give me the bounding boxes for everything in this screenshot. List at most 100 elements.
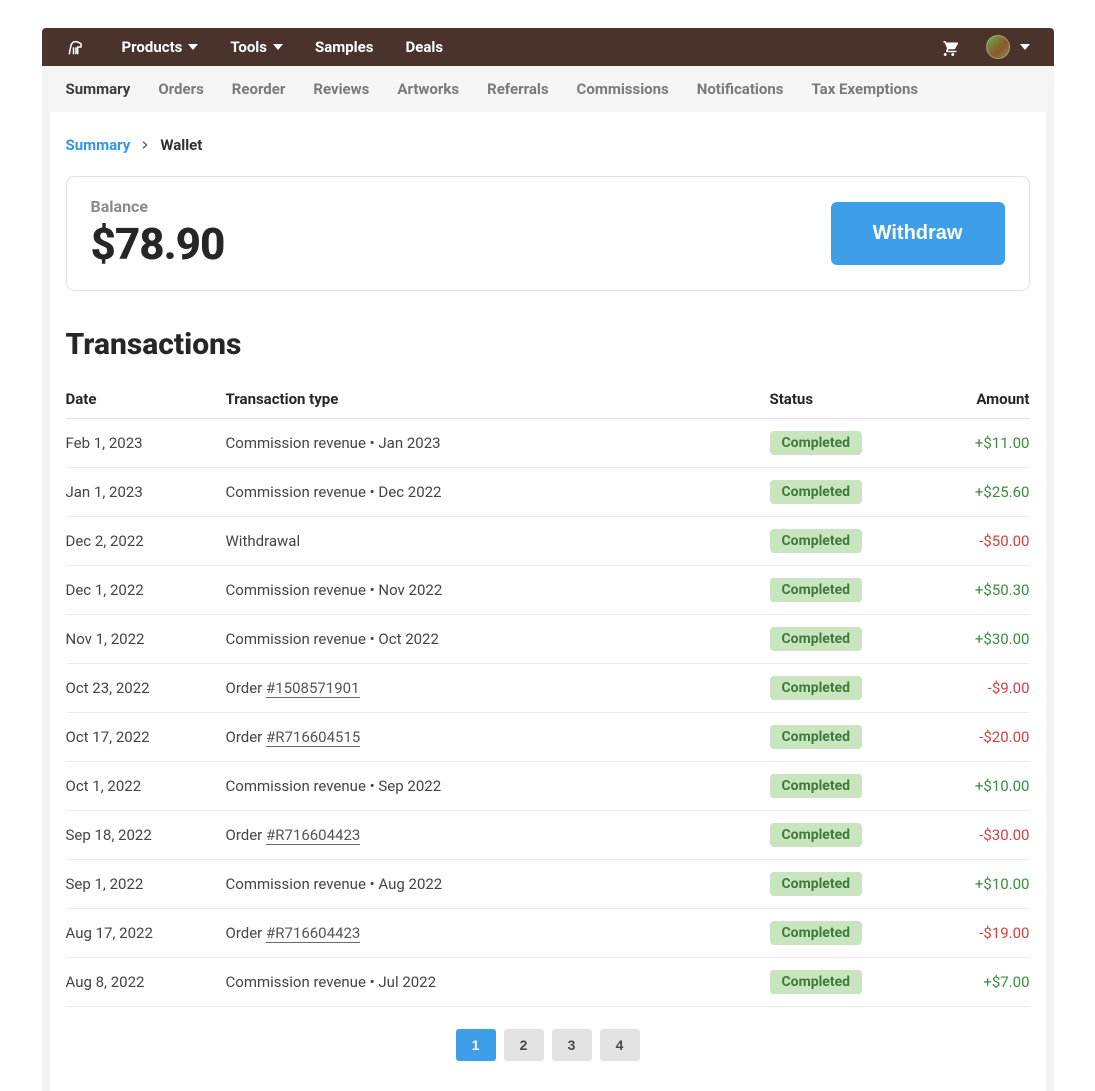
status-badge: Completed bbox=[770, 676, 863, 700]
cell-type: Commission revenue • Aug 2022 bbox=[226, 860, 770, 909]
topnav-item-products[interactable]: Products bbox=[122, 38, 199, 56]
th-type: Transaction type bbox=[226, 380, 770, 419]
table-row: Feb 1, 2023Commission revenue • Jan 2023… bbox=[66, 419, 1030, 468]
tab-referrals[interactable]: Referrals bbox=[487, 80, 548, 98]
table-row: Dec 2, 2022WithdrawalCompleted-$50.00 bbox=[66, 517, 1030, 566]
table-row: Oct 1, 2022Commission revenue • Sep 2022… bbox=[66, 762, 1030, 811]
topnav-item-label: Samples bbox=[315, 38, 373, 56]
cell-amount: +$10.00 bbox=[930, 762, 1030, 811]
cell-date: Jan 1, 2023 bbox=[66, 468, 226, 517]
tab-reviews[interactable]: Reviews bbox=[313, 80, 369, 98]
cell-type: Commission revenue • Dec 2022 bbox=[226, 468, 770, 517]
cell-amount: +$30.00 bbox=[930, 615, 1030, 664]
chevron-down-icon bbox=[273, 44, 283, 50]
cell-status: Completed bbox=[770, 811, 930, 860]
tab-artworks[interactable]: Artworks bbox=[397, 80, 459, 98]
cell-amount: +$7.00 bbox=[930, 958, 1030, 1007]
cell-date: Aug 17, 2022 bbox=[66, 909, 226, 958]
table-row: Oct 17, 2022Order #R716604515Completed-$… bbox=[66, 713, 1030, 762]
avatar bbox=[986, 35, 1010, 59]
page-button-3[interactable]: 3 bbox=[552, 1029, 592, 1061]
order-link[interactable]: #R716604423 bbox=[266, 924, 360, 943]
chevron-down-icon bbox=[188, 44, 198, 50]
tab-summary[interactable]: Summary bbox=[66, 80, 131, 98]
chevron-down-icon bbox=[1020, 44, 1030, 50]
th-date: Date bbox=[66, 380, 226, 419]
topnav-links: Products Tools Samples Deals bbox=[122, 38, 444, 56]
topnav-right bbox=[940, 35, 1030, 59]
table-header-row: Date Transaction type Status Amount bbox=[66, 380, 1030, 419]
order-link[interactable]: #1508571901 bbox=[266, 679, 360, 698]
cell-status: Completed bbox=[770, 713, 930, 762]
cell-amount: +$50.30 bbox=[930, 566, 1030, 615]
topnav-item-label: Products bbox=[122, 38, 183, 56]
cell-date: Oct 1, 2022 bbox=[66, 762, 226, 811]
user-menu[interactable] bbox=[986, 35, 1030, 59]
table-row: Aug 17, 2022Order #R716604423Completed-$… bbox=[66, 909, 1030, 958]
cell-status: Completed bbox=[770, 664, 930, 713]
cell-amount: -$20.00 bbox=[930, 713, 1030, 762]
cell-type: Commission revenue • Nov 2022 bbox=[226, 566, 770, 615]
cell-status: Completed bbox=[770, 517, 930, 566]
cell-status: Completed bbox=[770, 860, 930, 909]
breadcrumb-link-summary[interactable]: Summary bbox=[66, 136, 131, 154]
topnav-item-label: Tools bbox=[230, 38, 267, 56]
breadcrumb: Summary Wallet bbox=[66, 136, 1030, 154]
order-link[interactable]: #R716604515 bbox=[266, 728, 360, 747]
cell-type: Withdrawal bbox=[226, 517, 770, 566]
tab-orders[interactable]: Orders bbox=[158, 80, 203, 98]
cell-type: Order #R716604515 bbox=[226, 713, 770, 762]
cell-status: Completed bbox=[770, 958, 930, 1007]
cell-amount: -$30.00 bbox=[930, 811, 1030, 860]
table-row: Dec 1, 2022Commission revenue • Nov 2022… bbox=[66, 566, 1030, 615]
cell-status: Completed bbox=[770, 566, 930, 615]
status-badge: Completed bbox=[770, 921, 863, 945]
withdraw-button[interactable]: Withdraw bbox=[831, 202, 1005, 265]
cell-type: Commission revenue • Jan 2023 bbox=[226, 419, 770, 468]
table-row: Sep 18, 2022Order #R716604423Completed-$… bbox=[66, 811, 1030, 860]
balance-info: Balance $78.90 bbox=[91, 197, 225, 270]
page-button-4[interactable]: 4 bbox=[600, 1029, 640, 1061]
cell-date: Sep 1, 2022 bbox=[66, 860, 226, 909]
cell-date: Dec 2, 2022 bbox=[66, 517, 226, 566]
table-row: Oct 23, 2022Order #1508571901Completed-$… bbox=[66, 664, 1030, 713]
breadcrumb-current: Wallet bbox=[160, 136, 202, 154]
cell-type: Order #R716604423 bbox=[226, 811, 770, 860]
balance-label: Balance bbox=[91, 197, 225, 216]
cart-icon[interactable] bbox=[940, 38, 958, 56]
topnav: Products Tools Samples Deals bbox=[42, 28, 1054, 66]
status-badge: Completed bbox=[770, 872, 863, 896]
cell-type: Commission revenue • Oct 2022 bbox=[226, 615, 770, 664]
cell-date: Dec 1, 2022 bbox=[66, 566, 226, 615]
table-row: Aug 8, 2022Commission revenue • Jul 2022… bbox=[66, 958, 1030, 1007]
page-button-1[interactable]: 1 bbox=[456, 1029, 496, 1061]
cell-type: Commission revenue • Jul 2022 bbox=[226, 958, 770, 1007]
transactions-title: Transactions bbox=[66, 327, 1030, 362]
tab-reorder[interactable]: Reorder bbox=[232, 80, 286, 98]
status-badge: Completed bbox=[770, 970, 863, 994]
cell-status: Completed bbox=[770, 468, 930, 517]
cell-status: Completed bbox=[770, 419, 930, 468]
logo-icon[interactable] bbox=[66, 37, 86, 57]
topnav-item-tools[interactable]: Tools bbox=[230, 38, 283, 56]
balance-card: Balance $78.90 Withdraw bbox=[66, 176, 1030, 291]
status-badge: Completed bbox=[770, 480, 863, 504]
tab-notifications[interactable]: Notifications bbox=[697, 80, 784, 98]
cell-type: Order #1508571901 bbox=[226, 664, 770, 713]
cell-type: Order #R716604423 bbox=[226, 909, 770, 958]
order-link[interactable]: #R716604423 bbox=[266, 826, 360, 845]
status-badge: Completed bbox=[770, 431, 863, 455]
topnav-item-samples[interactable]: Samples bbox=[315, 38, 373, 56]
pagination: 1234 bbox=[66, 1029, 1030, 1061]
tab-commissions[interactable]: Commissions bbox=[577, 80, 669, 98]
status-badge: Completed bbox=[770, 774, 863, 798]
topnav-item-deals[interactable]: Deals bbox=[405, 38, 443, 56]
status-badge: Completed bbox=[770, 578, 863, 602]
transactions-table: Date Transaction type Status Amount Feb … bbox=[66, 380, 1030, 1007]
cell-status: Completed bbox=[770, 909, 930, 958]
status-badge: Completed bbox=[770, 725, 863, 749]
cell-amount: +$10.00 bbox=[930, 860, 1030, 909]
cell-date: Aug 8, 2022 bbox=[66, 958, 226, 1007]
tab-tax-exemptions[interactable]: Tax Exemptions bbox=[811, 80, 918, 98]
page-button-2[interactable]: 2 bbox=[504, 1029, 544, 1061]
